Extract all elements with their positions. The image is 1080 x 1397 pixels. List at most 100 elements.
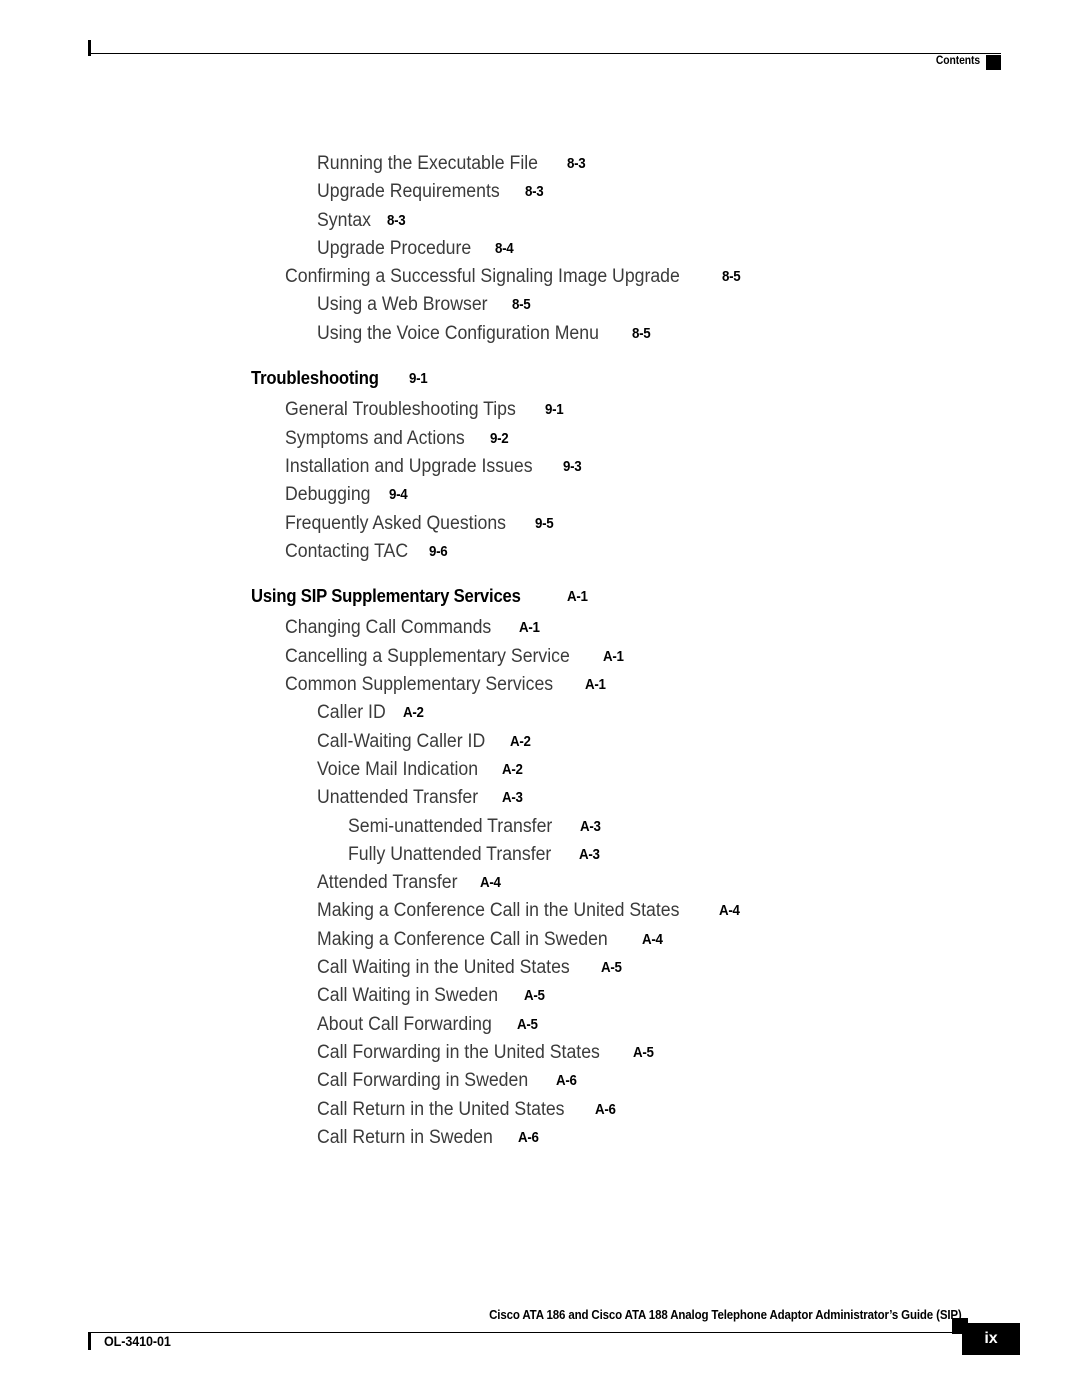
toc-entry-page-number: A-2	[509, 733, 531, 750]
black-square-marker-icon	[986, 55, 1001, 70]
toc-entry-page-number: 8-4	[494, 240, 514, 257]
toc-entry-row[interactable]: Semi-unattended Transfer A-3	[0, 813, 1080, 841]
toc-entry-row[interactable]: Symptoms and Actions 9-2	[0, 425, 1080, 453]
toc-entry-page-number: A-1	[585, 677, 606, 694]
toc-entry-page-number: 9-5	[534, 515, 554, 532]
toc-entry-title: Voice Mail Indication	[317, 758, 479, 780]
toc-entry-row[interactable]: Call-Waiting Caller ID A-2	[0, 728, 1080, 756]
toc-entry-title: Call Return in Sweden	[317, 1126, 493, 1148]
toc-entry-title: Cancelling a Supplementary Service	[285, 645, 570, 667]
toc-entry-page-number: A-6	[518, 1129, 539, 1146]
toc-entry-title: Attended Transfer	[317, 872, 458, 894]
footer-book-title: Cisco ATA 186 and Cisco ATA 188 Analog T…	[489, 1308, 962, 1322]
toc-entry-row[interactable]: About Call Forwarding A-5	[0, 1011, 1080, 1039]
toc-entry-page-number: 8-5	[632, 325, 651, 342]
toc-entry-page-number: A-4	[641, 931, 663, 948]
toc-entry-page-number: 9-4	[388, 487, 408, 504]
toc-entry-row[interactable]: Cancelling a Supplementary Service A-1	[0, 643, 1080, 671]
toc-entry-row[interactable]: Running the Executable File 8-3	[0, 150, 1080, 178]
toc-entry-page-number: A-5	[633, 1044, 654, 1061]
toc-entry-title: Upgrade Requirements	[317, 181, 500, 203]
toc-entry-title: Common Supplementary Services	[285, 674, 554, 696]
toc-entry-row[interactable]: Frequently Asked Questions 9-5	[0, 510, 1080, 538]
header-section-label: Contents	[935, 55, 980, 67]
toc-entry-row[interactable]: Call Forwarding in the United States A-5	[0, 1039, 1080, 1067]
toc-entry-row[interactable]: Upgrade Procedure 8-4	[0, 235, 1080, 263]
toc-entry-title: Syntax	[317, 209, 372, 231]
toc-entry-page-number: 9-2	[490, 430, 509, 447]
toc-entry-row[interactable]: Call Forwarding in Sweden A-6	[0, 1067, 1080, 1095]
toc-entry-title: Contacting TAC	[285, 540, 409, 562]
toc-entry-page-number: A-6	[556, 1073, 577, 1090]
toc-entry-row[interactable]: Using the Voice Configuration Menu 8-5	[0, 320, 1080, 348]
toc-entry-page-number: A-4	[718, 903, 740, 920]
toc-entry-page-number: 9-6	[429, 543, 448, 560]
toc-entry-title: Call Waiting in the United States	[317, 957, 570, 979]
table-of-contents: Running the Executable File 8-3 Upgrade Re…	[0, 150, 1080, 1152]
toc-entry-page-number: A-1	[518, 620, 540, 637]
toc-entry-page-number: 8-5	[721, 269, 741, 286]
toc-entry-page-number: 8-5	[512, 297, 531, 314]
toc-entry-row[interactable]: Confirming a Successful Signaling Image …	[0, 263, 1080, 291]
toc-entry-page-number: A-1	[603, 648, 624, 665]
toc-entry-page-number: A-3	[502, 790, 523, 807]
header-rule	[88, 53, 1001, 54]
toc-entry-page-number: A-3	[578, 846, 600, 863]
toc-entry-page-number: A-5	[516, 1016, 538, 1033]
footer-rule	[88, 1332, 966, 1333]
toc-entry-title: Call-Waiting Caller ID	[317, 730, 486, 752]
toc-entry-row[interactable]: Syntax 8-3	[0, 207, 1080, 235]
toc-heading-row[interactable]: Using SIP Supplementary Services A-1	[0, 582, 1080, 610]
toc-entry-row[interactable]: Making a Conference Call in Sweden A-4	[0, 926, 1080, 954]
toc-entry-row[interactable]: Call Return in the United States A-6	[0, 1096, 1080, 1124]
toc-entry-row[interactable]: Making a Conference Call in the United S…	[0, 897, 1080, 925]
toc-entry-title: Call Forwarding in the United States	[317, 1041, 600, 1063]
toc-entry-title: Semi-unattended Transfer	[348, 815, 553, 837]
toc-entry-row[interactable]: Unattended Transfer A-3	[0, 784, 1080, 812]
toc-entry-row[interactable]: Fully Unattended Transfer A-3	[0, 841, 1080, 869]
toc-entry-page-number: 8-3	[566, 156, 586, 172]
toc-entry-row[interactable]: Call Return in Sweden A-6	[0, 1124, 1080, 1152]
toc-entry-row[interactable]: Call Waiting in the United States A-5	[0, 954, 1080, 982]
toc-entry-title: Caller ID	[317, 702, 386, 724]
toc-entry-page-number: 8-3	[387, 212, 406, 229]
toc-entry-title: About Call Forwarding	[317, 1013, 492, 1035]
toc-entry-title: Debugging	[285, 484, 371, 506]
toc-entry-title: Using the Voice Configuration Menu	[317, 322, 599, 344]
footer-crop-tick	[88, 1333, 91, 1350]
toc-entry-title: Symptoms and Actions	[285, 427, 465, 449]
toc-entry-title: Frequently Asked Questions	[285, 512, 507, 534]
toc-entry-row[interactable]: Using a Web Browser 8-5	[0, 291, 1080, 319]
toc-entry-row[interactable]: Attended Transfer A-4	[0, 869, 1080, 897]
toc-entry-row[interactable]: Debugging 9-4	[0, 481, 1080, 509]
toc-entry-row[interactable]: General Troubleshooting Tips 9-1	[0, 396, 1080, 424]
toc-entry-row[interactable]: Caller ID A-2	[0, 699, 1080, 727]
toc-entry-title: Using a Web Browser	[317, 294, 488, 316]
toc-entry-title: Running the Executable File	[317, 153, 539, 174]
toc-entry-page-number: A-6	[595, 1101, 616, 1118]
toc-entry-row[interactable]: Installation and Upgrade Issues 9-3	[0, 453, 1080, 481]
toc-entry-title: Troubleshooting	[251, 367, 379, 389]
toc-entry-row[interactable]: Common Supplementary Services A-1	[0, 671, 1080, 699]
toc-entry-page-number: A-2	[402, 705, 424, 722]
page-number-badge: ix	[962, 1323, 1020, 1355]
toc-entry-row[interactable]: Changing Call Commands A-1	[0, 614, 1080, 642]
toc-entry-page-number: A-5	[600, 960, 622, 977]
toc-entry-row[interactable]: Call Waiting in Sweden A-5	[0, 982, 1080, 1010]
toc-entry-page-number: 9-3	[563, 458, 582, 475]
page-footer: Cisco ATA 186 and Cisco ATA 188 Analog T…	[0, 1290, 1080, 1397]
toc-entry-page-number: A-5	[523, 988, 545, 1005]
toc-entry-row[interactable]: Upgrade Requirements 8-3	[0, 178, 1080, 206]
toc-entry-page-number: A-2	[502, 761, 523, 778]
toc-entry-row[interactable]: Contacting TAC 9-6	[0, 538, 1080, 566]
toc-entry-page-number: A-1	[566, 589, 588, 606]
toc-entry-title: Call Forwarding in Sweden	[317, 1070, 529, 1092]
toc-entry-title: Making a Conference Call in Sweden	[317, 928, 608, 950]
toc-entry-row[interactable]: Voice Mail Indication A-2	[0, 756, 1080, 784]
toc-entry-page-number: A-3	[579, 818, 601, 835]
toc-heading-row[interactable]: Troubleshooting 9-1	[0, 364, 1080, 392]
toc-entry-title: Using SIP Supplementary Services	[251, 585, 521, 607]
toc-entry-page-number: 8-3	[525, 184, 544, 201]
toc-entry-title: Confirming a Successful Signaling Image …	[285, 266, 680, 288]
toc-entry-title: Fully Unattended Transfer	[348, 843, 552, 865]
